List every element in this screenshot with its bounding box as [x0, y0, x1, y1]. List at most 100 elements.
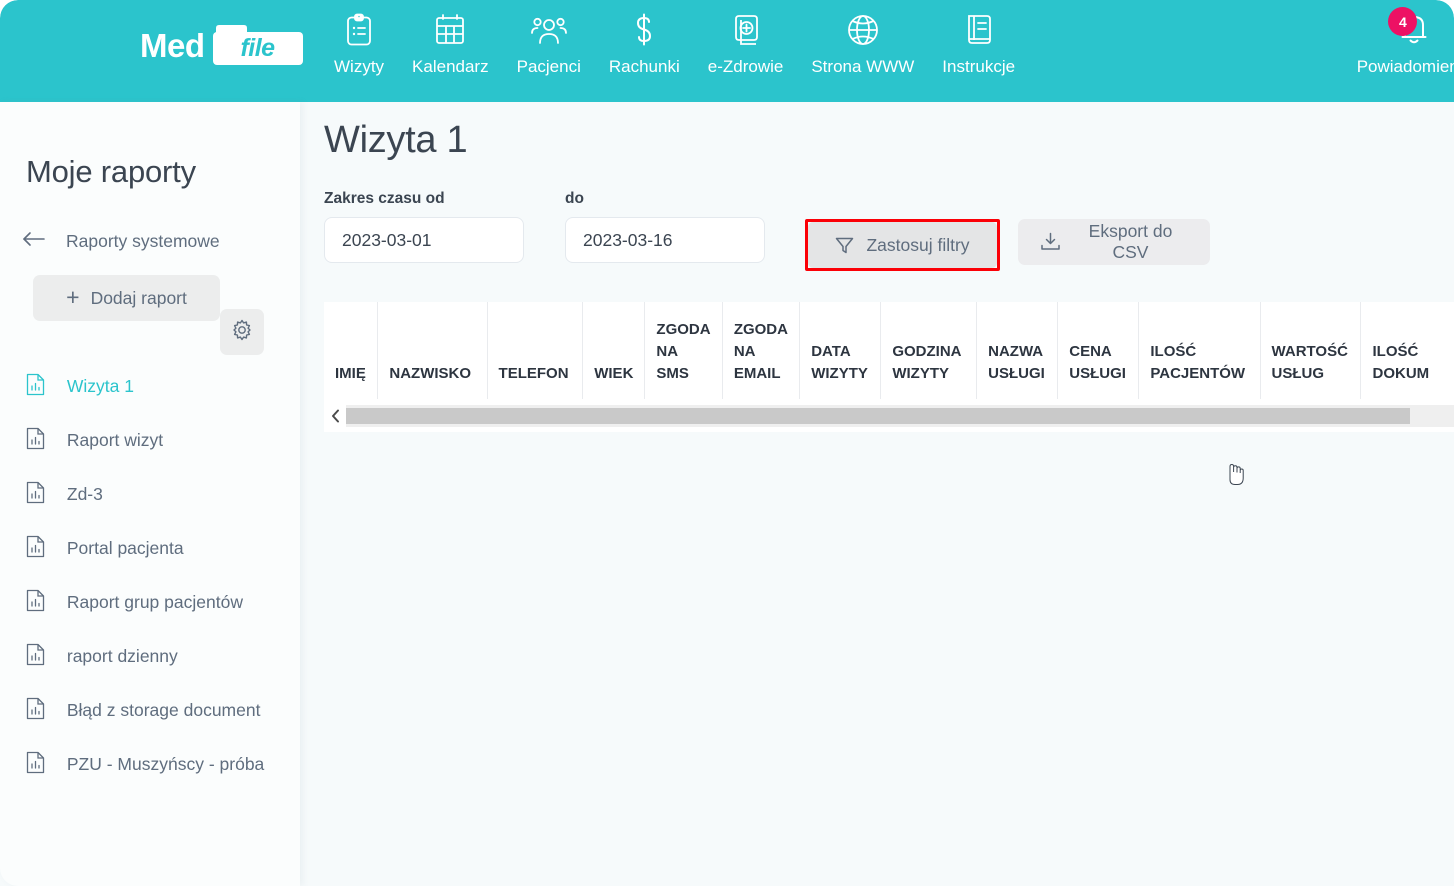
- report-table-head: IMIĘ NAZWISKO TELEFON WIEK ZGODA NA SMS …: [324, 302, 1454, 399]
- nav-label: Kalendarz: [412, 57, 489, 76]
- nav-item-e-zdrowie[interactable]: e-Zdrowie: [694, 11, 798, 77]
- brand-file-text: file: [240, 34, 275, 62]
- date-from-field: Zakres czasu od: [324, 190, 524, 263]
- apply-filters-highlight: Zastosuj filtry: [805, 219, 1000, 271]
- column-header[interactable]: WARTOŚĆ USŁUG: [1260, 302, 1362, 399]
- report-label: Portal pacjenta: [66, 538, 184, 558]
- date-to-input[interactable]: [565, 217, 765, 263]
- download-icon: [1040, 232, 1061, 252]
- report-list: Wizyta 1 Raport wizyt Zd-3 Portal pacjen…: [0, 361, 300, 793]
- report-label: Raport grup pacjentów: [66, 592, 243, 612]
- report-label: PZU - Muszyńscy - próba: [66, 754, 265, 774]
- top-navigation-bar: Med file Wizyty Kalendarz Pacjenci Rachu…: [0, 0, 1454, 102]
- sidebar: Moje raporty Raporty systemowe + Dodaj r…: [0, 102, 300, 886]
- report-doc-icon: [26, 643, 45, 675]
- table-header-row: IMIĘ NAZWISKO TELEFON WIEK ZGODA NA SMS …: [324, 302, 1454, 399]
- page-title: Wizyta 1: [324, 119, 468, 161]
- dollar-icon: [630, 11, 658, 49]
- list-item[interactable]: Wizyta 1: [0, 361, 300, 415]
- brand-logo[interactable]: Med file: [140, 22, 304, 68]
- add-report-row: + Dodaj raport: [0, 275, 300, 355]
- sidebar-system-reports-label: Raporty systemowe: [66, 231, 220, 251]
- globe-icon: [846, 11, 880, 49]
- nav-items: Wizyty Kalendarz Pacjenci Rachunki e-Zdr…: [320, 11, 1029, 77]
- clipboard-icon: [344, 11, 374, 49]
- filter-icon: [835, 236, 854, 255]
- export-csv-label: Eksport do CSV: [1088, 221, 1173, 262]
- date-from-label: Zakres czasu od: [324, 190, 445, 207]
- nav-item-pacjenci[interactable]: Pacjenci: [503, 11, 595, 77]
- notifications-label: Powiadomienia: [1356, 57, 1454, 76]
- column-header[interactable]: ILOŚĆ PACJENTÓW: [1138, 302, 1261, 399]
- sidebar-item-system-reports[interactable]: Raporty systemowe: [22, 230, 272, 253]
- nav-label: e-Zdrowie: [707, 57, 784, 76]
- medical-file-icon: [730, 11, 762, 49]
- column-header[interactable]: IMIĘ: [324, 302, 379, 399]
- list-item[interactable]: Raport wizyt: [0, 415, 300, 469]
- brand-file-box: file: [212, 24, 304, 66]
- gear-icon: [231, 319, 253, 346]
- report-doc-icon: [26, 373, 45, 405]
- add-report-button[interactable]: + Dodaj raport: [33, 275, 220, 321]
- report-doc-icon: [26, 427, 45, 459]
- report-table: IMIĘ NAZWISKO TELEFON WIEK ZGODA NA SMS …: [324, 302, 1454, 399]
- sidebar-title: Moje raporty: [26, 154, 196, 189]
- report-label: raport dzienny: [66, 646, 178, 666]
- export-csv-button[interactable]: Eksport do CSV: [1018, 219, 1210, 265]
- main-content: Wizyta 1 Zakres czasu od do Zastosuj fil: [300, 102, 1454, 886]
- report-label: Błąd z storage document: [66, 700, 261, 720]
- nav-label: Rachunki: [608, 57, 680, 76]
- list-item[interactable]: PZU - Muszyńscy - próba: [0, 739, 300, 793]
- column-header[interactable]: WIEK: [582, 302, 646, 399]
- report-label: Wizyta 1: [66, 376, 134, 396]
- nav-label: Pacjenci: [516, 57, 581, 76]
- column-header[interactable]: ILOŚĆ DOKUM: [1360, 302, 1454, 399]
- scrollbar-thumb[interactable]: [346, 408, 1410, 424]
- mouse-cursor: [1225, 462, 1247, 488]
- nav-item-rachunki[interactable]: Rachunki: [595, 11, 694, 77]
- notifications-icon-wrap: 4: [1384, 7, 1444, 49]
- nav-item-strona-www[interactable]: Strona WWW: [797, 11, 928, 77]
- column-header[interactable]: ZGODA NA EMAIL: [722, 302, 801, 399]
- app-window: Med file Wizyty Kalendarz Pacjenci Rachu…: [0, 0, 1454, 886]
- nav-item-wizyty[interactable]: Wizyty: [320, 11, 398, 77]
- list-item[interactable]: Zd-3: [0, 469, 300, 523]
- scroll-left-arrow-icon[interactable]: [324, 405, 346, 427]
- calendar-icon: [434, 11, 466, 49]
- nav-label: Strona WWW: [811, 57, 915, 76]
- nav-label: Wizyty: [334, 57, 385, 76]
- column-header[interactable]: NAZWA USŁUGI: [976, 302, 1059, 399]
- report-label: Zd-3: [66, 484, 103, 504]
- list-item[interactable]: Raport grup pacjentów: [0, 577, 300, 631]
- list-item[interactable]: raport dzienny: [0, 631, 300, 685]
- report-doc-icon: [26, 481, 45, 513]
- nav-label: Instrukcje: [942, 57, 1016, 76]
- filters-bar: Zakres czasu od do Zastosuj filtry: [324, 190, 1454, 485]
- back-arrow-icon: [22, 230, 48, 253]
- column-header[interactable]: ZGODA NA SMS: [644, 302, 723, 399]
- notifications-button[interactable]: 4 Powiadomienia: [1356, 7, 1454, 77]
- report-label: Raport wizyt: [66, 430, 164, 450]
- table-horizontal-scrollbar[interactable]: [324, 405, 1454, 427]
- list-item[interactable]: Portal pacjenta: [0, 523, 300, 577]
- apply-filters-label: Zastosuj filtry: [866, 234, 970, 255]
- settings-button[interactable]: [220, 309, 264, 355]
- report-doc-icon: [26, 589, 45, 621]
- nav-item-instrukcje[interactable]: Instrukcje: [928, 11, 1029, 77]
- brand-med-text: Med: [140, 26, 205, 64]
- add-report-label: Dodaj raport: [90, 287, 187, 308]
- report-doc-icon: [26, 535, 45, 567]
- date-to-field: do: [565, 190, 765, 263]
- list-item[interactable]: Błąd z storage document: [0, 685, 300, 739]
- column-header[interactable]: GODZINA WIZYTY: [880, 302, 978, 399]
- apply-filters-button[interactable]: Zastosuj filtry: [808, 222, 997, 268]
- report-doc-icon: [26, 751, 45, 783]
- column-header[interactable]: TELEFON: [487, 302, 584, 399]
- column-header[interactable]: CENA USŁUGI: [1057, 302, 1140, 399]
- date-from-input[interactable]: [324, 217, 524, 263]
- date-to-label: do: [565, 190, 584, 207]
- nav-item-kalendarz[interactable]: Kalendarz: [398, 11, 503, 77]
- column-header[interactable]: NAZWISKO: [377, 302, 488, 399]
- column-header[interactable]: DATA WIZYTY: [799, 302, 882, 399]
- people-icon: [530, 11, 567, 49]
